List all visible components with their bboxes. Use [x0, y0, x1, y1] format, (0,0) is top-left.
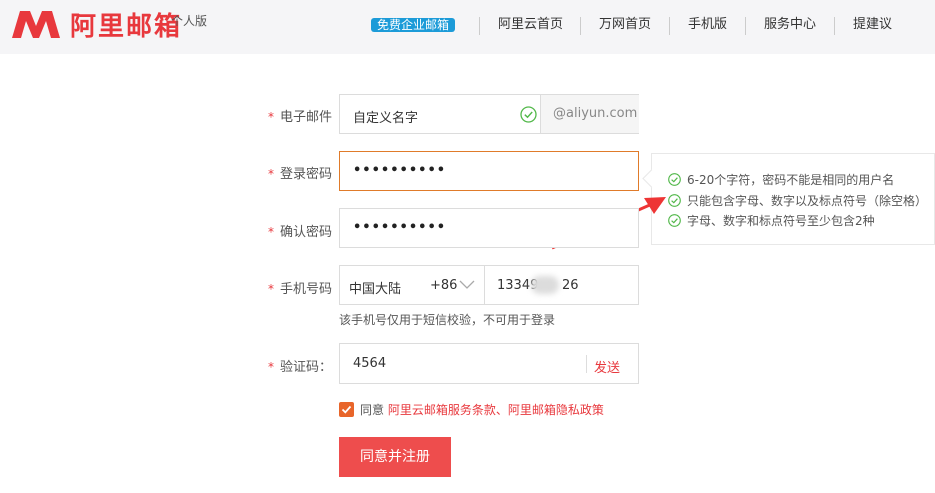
check-circle-icon	[520, 106, 537, 123]
password-rule: 字母、数字和标点符号至少包含2种	[668, 212, 875, 229]
email-field[interactable]: 自定义名字 @aliyun.com	[339, 94, 639, 134]
password-rule: 6-20个字符，密码不能是相同的用户名	[668, 171, 894, 188]
header: 阿里邮箱 个人版 免费企业邮箱 阿里云首页 万网首页 手机版 服务中心 提建议	[0, 0, 935, 54]
nav-separator	[834, 17, 835, 35]
phone-number-blur	[531, 276, 559, 294]
phone-region-select[interactable]: 中国大陆 +86	[339, 265, 485, 305]
nav-separator	[580, 17, 581, 35]
country-code: +86	[430, 278, 458, 293]
phone-number-field[interactable]: 13349 26	[484, 265, 639, 305]
logo-edition: 个人版	[171, 14, 208, 28]
password-rule: 只能包含字母、数字以及标点符号（除空格）	[668, 192, 927, 209]
password-rules-tooltip: 6-20个字符，密码不能是相同的用户名 只能包含字母、数字以及标点符号（除空格）…	[651, 153, 935, 245]
agree-row: 同意 阿里云邮箱服务条款、阿里邮箱隐私政策	[339, 401, 604, 418]
send-separator	[586, 355, 587, 373]
logo-text: 阿里邮箱	[70, 12, 183, 42]
nav-separator	[669, 17, 670, 35]
captcha-label: * 验证码：	[268, 360, 333, 375]
logo-m-icon	[12, 11, 60, 38]
nav-aliyun-home[interactable]: 阿里云首页	[498, 14, 563, 36]
phone-label: * 手机号码	[268, 282, 333, 297]
captcha-value: 4564	[353, 356, 387, 371]
nav-wanwang-home[interactable]: 万网首页	[599, 14, 651, 36]
nav-feedback[interactable]: 提建议	[853, 14, 892, 36]
nav-separator	[479, 17, 480, 35]
agree-checkbox[interactable]	[339, 402, 354, 417]
send-code-button[interactable]: 发送	[594, 357, 620, 376]
captcha-field[interactable]: 4564 发送	[339, 343, 639, 384]
check-circle-icon	[668, 173, 681, 186]
confirm-password-field[interactable]: ••••••••••	[339, 208, 639, 248]
chevron-down-icon	[459, 280, 475, 289]
checkbox-check-icon	[341, 405, 352, 414]
phone-hint: 该手机号仅用于短信校验，不可用于登录	[339, 313, 556, 327]
register-button[interactable]: 同意并注册	[339, 437, 451, 477]
confirm-password-value: ••••••••••	[353, 220, 447, 235]
nav-service-center[interactable]: 服务中心	[764, 14, 816, 36]
nav-free-enterprise-mail[interactable]: 免费企业邮箱	[371, 14, 456, 37]
email-domain-suffix: @aliyun.com	[540, 95, 639, 133]
nav-mobile[interactable]: 手机版	[688, 14, 727, 36]
email-value: 自定义名字	[353, 111, 419, 126]
agree-prefix: 同意	[360, 403, 385, 417]
password-field[interactable]: ••••••••••	[339, 151, 639, 191]
password-value: ••••••••••	[353, 163, 447, 178]
email-label: * 电子邮件	[268, 110, 333, 125]
terms-link[interactable]: 阿里云邮箱服务条款、阿里邮箱隐私政策	[388, 403, 604, 417]
nav-separator	[745, 17, 746, 35]
phone-number-end: 26	[562, 278, 579, 293]
confirm-password-label: * 确认密码	[268, 225, 333, 240]
region-value: 中国大陆	[349, 282, 402, 297]
password-label: * 登录密码	[268, 167, 333, 182]
